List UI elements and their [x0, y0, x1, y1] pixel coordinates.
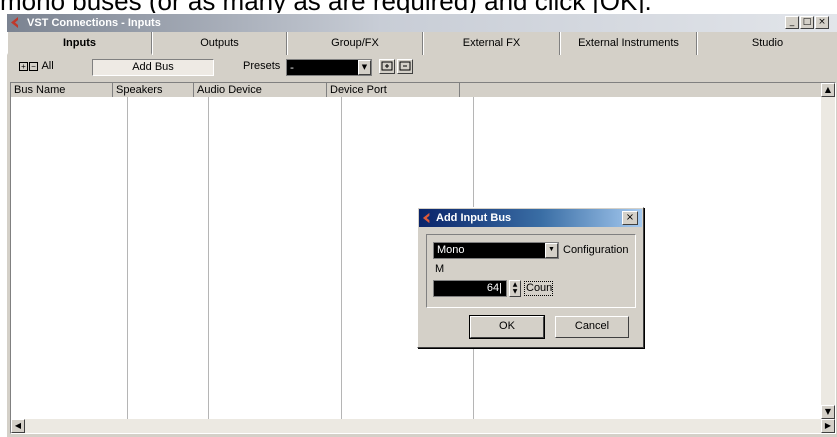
presets-value: -	[290, 61, 294, 74]
tab-inputs[interactable]: Inputs	[7, 32, 152, 55]
tab-external-instruments[interactable]: External Instruments	[560, 32, 697, 55]
presets-dropdown[interactable]: - ▼	[286, 59, 372, 76]
column-device-port[interactable]: Device Port	[327, 83, 460, 97]
window-title: VST Connections - Inputs	[27, 17, 161, 29]
maximize-button[interactable]: □	[800, 16, 814, 29]
scroll-right-icon[interactable]: ▶	[821, 419, 835, 433]
collapse-all-icon[interactable]: −	[29, 61, 38, 71]
scroll-down-icon[interactable]: ▼	[821, 405, 835, 419]
expand-all-icon[interactable]: +	[19, 61, 28, 71]
minimize-button[interactable]: _	[785, 16, 799, 29]
tab-outputs[interactable]: Outputs	[152, 32, 287, 55]
expand-collapse-all[interactable]: + − All	[19, 60, 54, 72]
toolbar: + − All Add Bus Presets - ▼	[7, 56, 837, 78]
save-preset-icon	[381, 61, 393, 71]
count-input[interactable]: 64|	[433, 280, 507, 297]
count-value: 64	[486, 282, 500, 294]
column-divider	[208, 97, 209, 419]
dialog-title: Add Input Bus	[436, 212, 512, 224]
configuration-label: Configuration	[563, 244, 629, 256]
configuration-dropdown[interactable]: Mono ▼	[433, 242, 559, 259]
delete-preset-icon	[399, 61, 411, 71]
tab-studio[interactable]: Studio	[697, 32, 837, 55]
add-bus-button[interactable]: Add Bus	[92, 59, 214, 76]
window-titlebar[interactable]: VST Connections - Inputs _ □ ×	[7, 14, 837, 32]
column-divider	[127, 97, 128, 419]
column-audio-device[interactable]: Audio Device	[194, 83, 327, 97]
vst-connections-window: VST Connections - Inputs _ □ × Inputs Ou…	[6, 13, 837, 437]
expand-all-label: All	[41, 60, 54, 72]
dialog-close-button[interactable]: ×	[622, 211, 638, 225]
column-speakers[interactable]: Speakers	[113, 83, 194, 97]
scroll-left-icon[interactable]: ◀	[11, 419, 25, 433]
tab-group-fx[interactable]: Group/FX	[287, 32, 423, 55]
cubase-logo-icon	[11, 17, 18, 28]
table-header: Bus Name Speakers Audio Device Device Po…	[11, 83, 823, 97]
ok-button[interactable]: OK	[470, 316, 544, 338]
speaker-arrangement-label: M	[435, 263, 445, 275]
tab-bar: Inputs Outputs Group/FX External FX Exte…	[7, 32, 837, 55]
delete-preset-button[interactable]	[397, 59, 413, 74]
horizontal-scrollbar[interactable]: ◀ ▶	[11, 419, 835, 433]
save-preset-button[interactable]	[379, 59, 395, 74]
close-button[interactable]: ×	[815, 16, 829, 29]
cubase-logo-icon	[422, 212, 430, 224]
bus-settings-group: Mono ▼ Configuration M 64| ▲ ▼ Count	[426, 234, 636, 308]
add-input-bus-dialog: Add Input Bus × Mono ▼ Configuration M 6…	[417, 207, 644, 348]
count-label: Count	[524, 281, 553, 296]
scroll-up-icon[interactable]: ▲	[821, 83, 835, 97]
cancel-button[interactable]: Cancel	[555, 316, 629, 338]
presets-label: Presets	[243, 60, 281, 72]
tab-external-fx[interactable]: External FX	[423, 32, 560, 55]
column-bus-name[interactable]: Bus Name	[11, 83, 113, 97]
vertical-scrollbar[interactable]: ▲ ▼	[821, 83, 835, 419]
dialog-titlebar[interactable]: Add Input Bus ×	[419, 209, 642, 227]
chevron-down-icon[interactable]: ▼	[358, 60, 371, 75]
configuration-value: Mono	[437, 244, 465, 256]
column-divider	[341, 97, 342, 419]
chevron-down-icon[interactable]: ▼	[545, 243, 558, 258]
count-stepper[interactable]: ▲ ▼	[509, 280, 521, 297]
